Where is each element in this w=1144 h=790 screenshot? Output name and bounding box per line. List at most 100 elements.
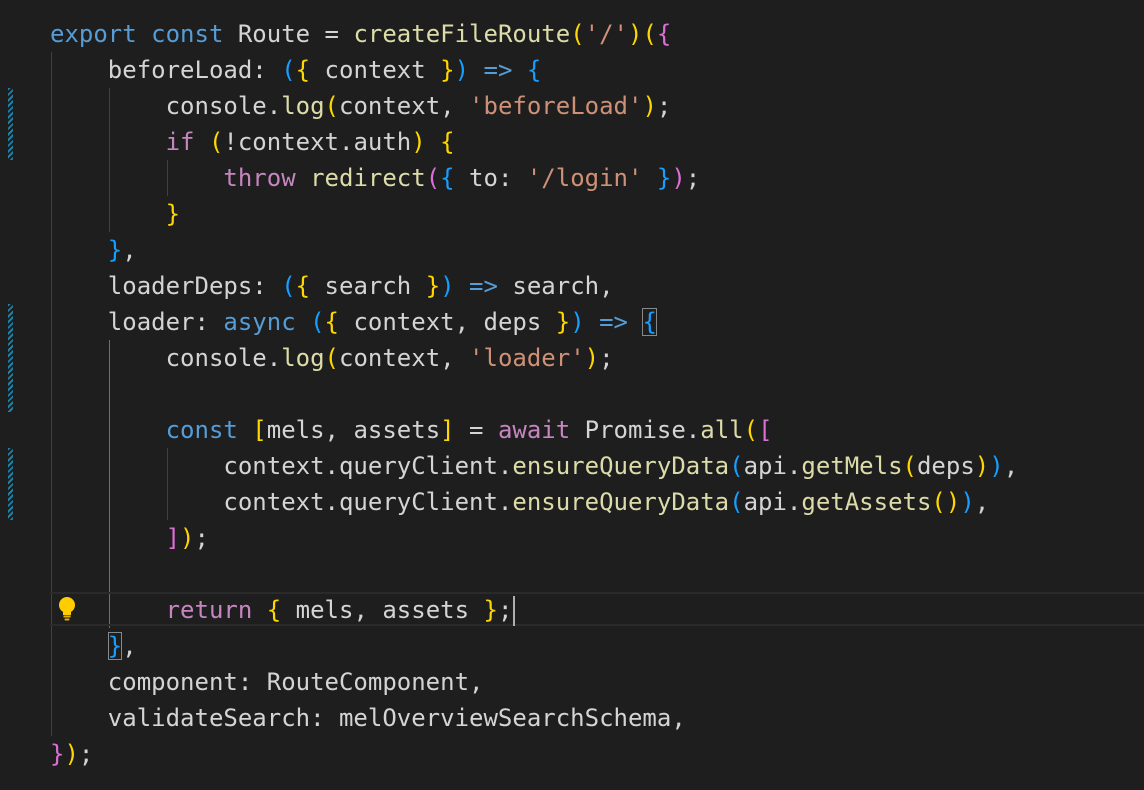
code-token: ] — [440, 416, 455, 444]
code-token: export — [50, 20, 137, 48]
code-token: { — [324, 308, 339, 336]
code-token: ) — [628, 20, 643, 48]
code-token: ( — [425, 164, 441, 192]
code-line[interactable]: console.log(context, 'loader'); — [50, 340, 614, 376]
code-token: async — [223, 308, 296, 336]
code-token: '/' — [584, 20, 629, 48]
code-token: ; — [194, 524, 209, 552]
code-token: ; — [656, 92, 672, 120]
code-token: } — [440, 56, 455, 84]
code-token: ) — [584, 344, 600, 372]
code-token: context, — [339, 92, 470, 120]
code-token: { — [295, 56, 311, 84]
code-token: ( — [324, 92, 339, 120]
code-token: deps — [916, 452, 975, 480]
code-token: Promise. — [570, 416, 701, 444]
code-token: ; — [78, 740, 94, 768]
code-token: await — [497, 416, 571, 444]
code-token: ; — [599, 344, 614, 372]
code-line[interactable]: } — [50, 196, 180, 232]
code-token: } — [483, 596, 498, 624]
code-token: ) — [974, 452, 990, 480]
code-token: redirect — [310, 164, 426, 192]
code-token: , — [122, 632, 137, 660]
code-line[interactable]: beforeLoad: ({ context }) => { — [50, 52, 542, 88]
code-token: => — [599, 308, 629, 336]
code-line[interactable]: }); — [50, 736, 93, 772]
code-token: context.queryClient. — [50, 488, 513, 516]
code-token: ) — [64, 740, 79, 768]
code-token: , — [974, 488, 990, 516]
code-token: '/login' — [526, 164, 643, 192]
code-token: { — [440, 164, 455, 192]
code-token: context, deps — [339, 308, 556, 336]
code-token: ) — [989, 452, 1004, 480]
code-token: } — [425, 272, 441, 300]
code-line[interactable]: context.queryClient.ensureQueryData(api.… — [50, 448, 1018, 484]
code-line[interactable]: export const Route = createFileRoute('/'… — [50, 16, 671, 52]
code-token: return — [165, 596, 253, 624]
code-token: createFileRoute — [353, 20, 571, 48]
code-token: mels, assets — [281, 596, 484, 624]
code-line[interactable]: component: RouteComponent, — [50, 664, 484, 700]
code-token: beforeLoad: — [50, 56, 282, 84]
code-token: ; — [497, 596, 513, 624]
code-line[interactable]: }, — [50, 232, 137, 268]
code-token: ( — [281, 56, 296, 84]
code-token: api. — [743, 488, 802, 516]
code-token: search, — [497, 272, 614, 300]
code-token: ) — [671, 164, 686, 192]
code-token: ( — [729, 452, 744, 480]
code-token: , — [122, 236, 137, 264]
code-token: ensureQueryData — [512, 452, 730, 480]
code-line[interactable]: ]); — [50, 520, 209, 556]
code-token: } — [107, 236, 123, 264]
code-token: throw — [223, 164, 296, 192]
code-token: { — [656, 20, 672, 48]
code-token: } — [50, 740, 65, 768]
code-token: [ — [758, 416, 773, 444]
code-line[interactable]: loaderDeps: ({ search }) => search, — [50, 268, 614, 304]
code-token: validateSearch: melOverviewSearchSchema, — [50, 704, 686, 732]
code-editor[interactable]: export const Route = createFileRoute('/'… — [0, 0, 1144, 790]
code-token: console. — [50, 92, 282, 120]
code-line[interactable]: context.queryClient.ensureQueryData(api.… — [50, 484, 989, 520]
code-token: ( — [642, 20, 657, 48]
code-token: } — [555, 308, 571, 336]
code-line[interactable]: throw redirect({ to: '/login' }); — [50, 160, 700, 196]
code-token: } — [107, 632, 123, 660]
code-token: getMels — [801, 452, 903, 480]
code-token: 'beforeLoad' — [469, 92, 643, 120]
code-line[interactable]: loader: async ({ context, deps }) => { — [50, 304, 657, 340]
code-token: => — [469, 272, 498, 300]
code-line[interactable]: if (!context.auth) { — [50, 124, 455, 160]
code-line[interactable]: console.log(context, 'beforeLoad'); — [50, 88, 672, 124]
code-token: => — [483, 56, 513, 84]
code-token: context — [310, 56, 441, 84]
code-line[interactable]: }, — [50, 628, 137, 664]
code-line[interactable]: const [mels, assets] = await Promise.all… — [50, 412, 773, 448]
code-line[interactable]: validateSearch: melOverviewSearchSchema, — [50, 700, 686, 736]
code-token: ; — [685, 164, 701, 192]
code-token: ensureQueryData — [512, 488, 730, 516]
code-line[interactable]: return { mels, assets }; — [50, 592, 516, 628]
code-token: = — [454, 416, 498, 444]
gutter-modified-marker[interactable] — [8, 88, 13, 160]
code-token: ( — [281, 272, 296, 300]
code-token: component: RouteComponent, — [50, 668, 484, 696]
code-token: ) — [454, 56, 470, 84]
gutter-modified-marker[interactable] — [8, 304, 13, 412]
code-token: all — [700, 416, 744, 444]
code-token: loader: — [50, 308, 224, 336]
gutter-modified-marker[interactable] — [8, 448, 13, 520]
